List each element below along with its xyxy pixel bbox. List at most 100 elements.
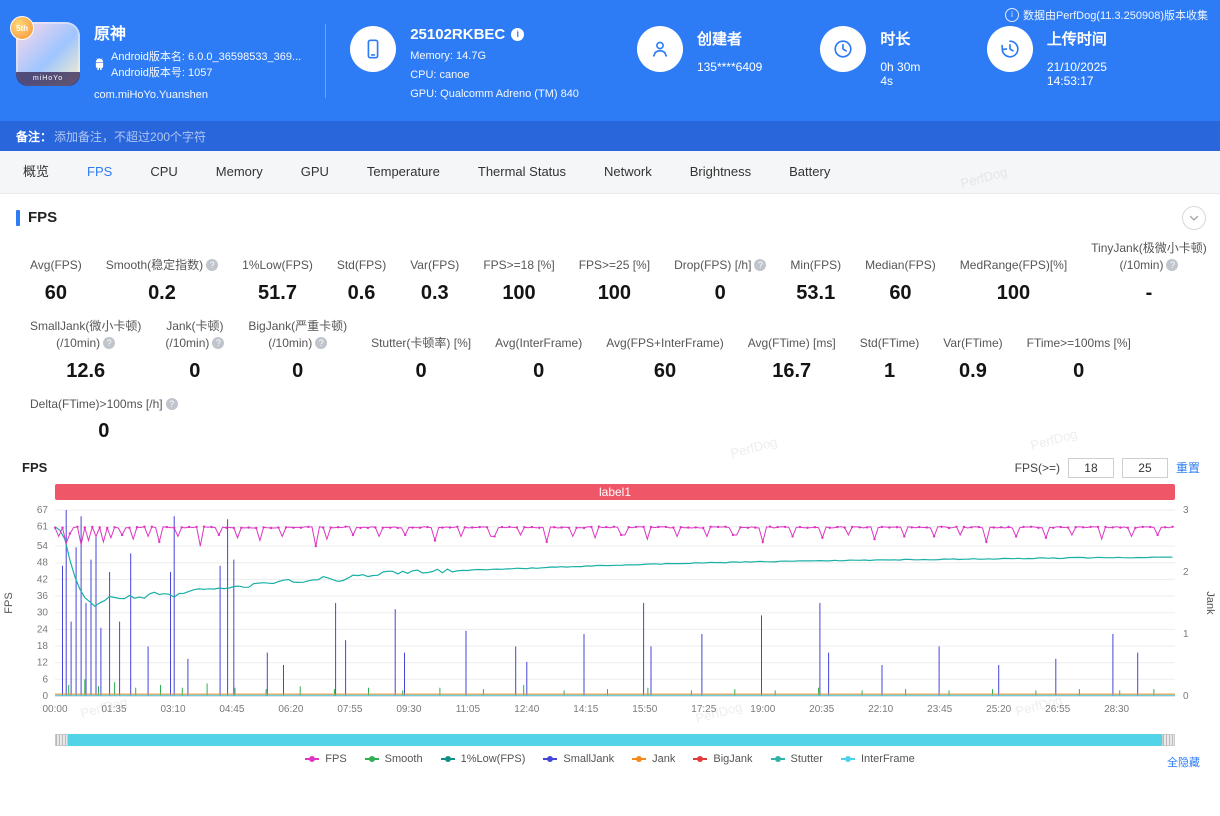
- stat-item: Delta(FTime)>100ms [/h]? 0: [30, 396, 178, 443]
- fps-threshold-max-input[interactable]: [1121, 457, 1168, 478]
- svg-text:42: 42: [37, 574, 49, 585]
- duration-block: 时长 0h 30m 4s: [820, 26, 929, 88]
- stat-label: Delta(FTime)>100ms [/h]?: [30, 396, 178, 413]
- legend-item-fps[interactable]: FPS: [305, 753, 347, 765]
- tab-network[interactable]: Network: [585, 151, 671, 193]
- scrollbar-left-handle[interactable]: [55, 733, 68, 746]
- help-icon[interactable]: ?: [103, 337, 116, 350]
- stat-value: 51.7: [258, 281, 297, 304]
- note-input[interactable]: 备注： 添加备注，不超过200个字符: [0, 121, 1220, 151]
- stat-value: 0.6: [347, 281, 376, 304]
- svg-text:11:05: 11:05: [456, 704, 481, 715]
- svg-text:00:00: 00:00: [42, 704, 67, 715]
- hide-all-link[interactable]: 全隐藏: [1167, 754, 1200, 770]
- avatar-brand-label: miHoYo: [16, 72, 80, 86]
- svg-text:FPS: FPS: [3, 592, 15, 613]
- tab-overview[interactable]: 概览: [4, 151, 68, 193]
- legend-item-smalljank[interactable]: SmallJank: [543, 753, 614, 765]
- chart-plot[interactable]: 0 6 12 18 24 30 36 42 48 54 61 67 0 1 2 3 00:00 01:35 03:1…: [0, 500, 1220, 732]
- app-info: 原神 Android版本名: 6.0.0_36598533_369... And…: [94, 20, 301, 104]
- help-icon[interactable]: ?: [1166, 259, 1179, 272]
- scrollbar-track[interactable]: [68, 733, 1162, 746]
- legend-row: FPS Smooth 1%Low(FPS) SmallJank Jank Big…: [0, 753, 1220, 769]
- svg-text:17:25: 17:25: [691, 704, 716, 715]
- collector-note: i 数据由PerfDog(11.3.250908)版本收集: [1004, 7, 1208, 23]
- stat-value: 0: [714, 281, 726, 304]
- stat-value: 60: [653, 359, 677, 382]
- svg-text:01:35: 01:35: [101, 704, 126, 715]
- stat-item: Avg(InterFrame) 0: [495, 335, 582, 382]
- legend-item-stutter[interactable]: Stutter: [770, 753, 823, 765]
- stat-label: Stutter(卡顿率) [%]: [371, 336, 472, 351]
- device-gpu: GPU: Qualcomm Adreno (TM) 840: [410, 88, 579, 100]
- chart-title: FPS: [22, 460, 48, 476]
- stat-item: Std(FPS) 0.6: [337, 257, 386, 304]
- stat-value: 0: [415, 359, 427, 382]
- stat-label: Min(FPS): [790, 258, 842, 273]
- svg-text:30: 30: [37, 608, 49, 619]
- stat-value: -: [1145, 281, 1153, 304]
- svg-text:09:30: 09:30: [396, 704, 421, 715]
- help-icon[interactable]: ?: [212, 337, 225, 350]
- stat-value: 1: [883, 359, 896, 382]
- reset-link[interactable]: 重置: [1176, 459, 1200, 476]
- fps-threshold-min-input[interactable]: [1067, 457, 1114, 478]
- legend-item-jank[interactable]: Jank: [632, 753, 675, 765]
- tab-thermal-status[interactable]: Thermal Status: [459, 151, 585, 193]
- legend-item-1-low-fps[interactable]: 1%Low(FPS): [440, 753, 525, 765]
- creator-block: 创建者 135****6409: [636, 26, 762, 74]
- tab-memory[interactable]: Memory: [197, 151, 282, 193]
- svg-text:04:45: 04:45: [219, 704, 244, 715]
- tab-brightness[interactable]: Brightness: [671, 151, 770, 193]
- stat-item: Jank(卡顿) (/10min)? 0: [165, 318, 225, 383]
- svg-text:0: 0: [42, 691, 48, 702]
- stat-item: Median(FPS) 60: [865, 257, 936, 304]
- legend-item-interframe[interactable]: InterFrame: [840, 753, 915, 765]
- android-version-name: Android版本名: 6.0.0_36598533_369...: [111, 51, 302, 63]
- upload-time-block: 上传时间 21/10/2025 14:53:17: [986, 26, 1146, 88]
- stat-value: 60: [44, 281, 68, 304]
- stat-label: Avg(FTime) [ms]: [747, 336, 836, 351]
- stat-item: SmallJank(微小卡顿) (/10min)? 12.6: [30, 318, 141, 383]
- stat-item: Avg(FPS) 60: [30, 257, 82, 304]
- chart-legend: FPS Smooth 1%Low(FPS) SmallJank Jank Big…: [305, 753, 915, 765]
- legend-marker: [770, 755, 785, 762]
- help-icon[interactable]: ?: [315, 337, 328, 350]
- stat-label: BigJank(严重卡顿) (/10min)?: [248, 318, 348, 351]
- stat-value: 60: [889, 281, 912, 304]
- svg-text:61: 61: [37, 522, 49, 533]
- duration-label: 时长: [880, 31, 911, 48]
- help-icon[interactable]: ?: [754, 259, 767, 272]
- stat-value: 12.6: [66, 359, 106, 382]
- chart-label-bar: label1: [55, 483, 1175, 500]
- fps-chart-area: FPS FPS(>=) 重置 label1 061218243036424854…: [0, 456, 1220, 769]
- legend-item-smooth[interactable]: Smooth: [364, 753, 423, 765]
- device-model: 25102RKBEC: [410, 26, 506, 43]
- stat-label: MedRange(FPS)[%]: [959, 258, 1068, 273]
- stat-item: Min(FPS) 53.1: [790, 257, 841, 304]
- device-info-icon[interactable]: i: [511, 28, 525, 41]
- help-icon[interactable]: ?: [165, 397, 178, 410]
- legend-marker: [440, 755, 455, 762]
- tab-battery[interactable]: Battery: [770, 151, 849, 193]
- stat-item: TinyJank(极微小卡顿) (/10min)? -: [1091, 240, 1207, 305]
- tab-fps[interactable]: FPS: [68, 151, 131, 193]
- legend-item-bigjank[interactable]: BigJank: [693, 753, 753, 765]
- fps-filter: FPS(>=) 重置: [1015, 457, 1200, 478]
- stat-value: 0.2: [148, 281, 176, 304]
- stats-row: Avg(FPS) 60 Smooth(稳定指数)? 0.2 1%Low(FPS)…: [30, 240, 1210, 305]
- collapse-button[interactable]: [1182, 206, 1206, 230]
- tab-cpu[interactable]: CPU: [131, 151, 196, 193]
- stat-item: Avg(FTime) [ms] 16.7: [748, 335, 836, 382]
- scrollbar-right-handle[interactable]: [1162, 733, 1175, 746]
- help-icon[interactable]: ?: [206, 259, 219, 272]
- section-accent-bar: [16, 209, 20, 226]
- tab-temperature[interactable]: Temperature: [348, 151, 459, 193]
- tab-gpu[interactable]: GPU: [282, 151, 348, 193]
- stats: Avg(FPS) 60 Smooth(稳定指数)? 0.2 1%Low(FPS)…: [0, 234, 1220, 443]
- stat-label: Avg(FPS+InterFrame): [606, 336, 724, 351]
- stat-value: 16.7: [772, 359, 812, 382]
- stat-label: Drop(FPS) [/h]?: [674, 257, 767, 274]
- stat-value: 0.9: [959, 359, 987, 382]
- stat-label: FTime>=100ms [%]: [1026, 336, 1131, 351]
